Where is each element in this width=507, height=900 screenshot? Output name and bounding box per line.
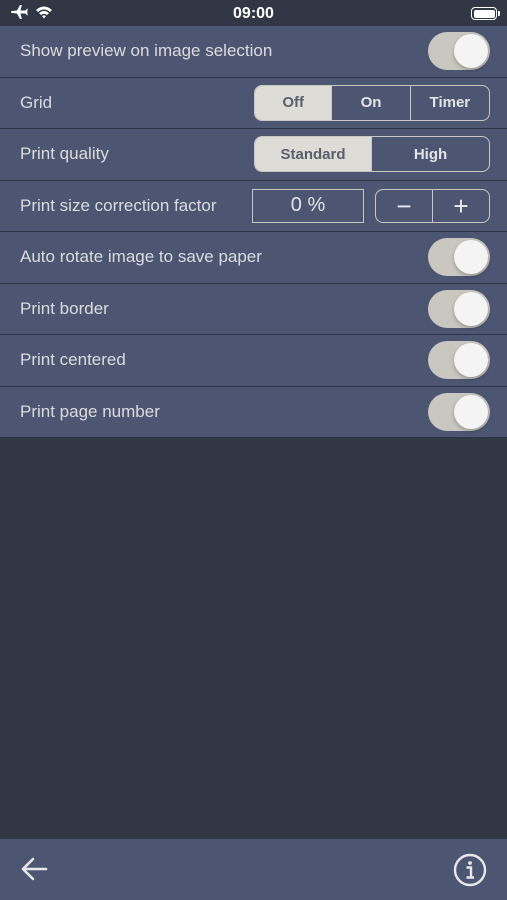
bottom-toolbar [0, 839, 507, 900]
increment-button[interactable]: + [433, 190, 489, 222]
grid-option-timer[interactable]: Timer [411, 86, 489, 120]
show-preview-toggle[interactable] [428, 32, 490, 71]
grid-label: Grid [20, 92, 53, 112]
setting-row-print-quality: Print quality Standard High [0, 129, 507, 181]
back-arrow-icon [20, 857, 48, 886]
setting-row-size-correction: Print size correction factor 0 % − + [0, 181, 507, 232]
grid-option-off[interactable]: Off [255, 85, 333, 120]
print-border-label: Print border [20, 298, 109, 318]
size-correction-stepper: − + [375, 188, 490, 223]
setting-row-print-centered: Print centered [0, 335, 507, 387]
auto-rotate-label: Auto rotate image to save paper [20, 247, 262, 267]
info-icon [453, 853, 487, 891]
setting-row-grid: Grid Off On Timer [0, 78, 507, 129]
print-border-toggle[interactable] [428, 289, 490, 328]
settings-list: Show preview on image selection Grid Off… [0, 26, 507, 438]
grid-option-on[interactable]: On [332, 85, 411, 120]
print-page-number-label: Print page number [20, 401, 160, 421]
auto-rotate-toggle[interactable] [428, 238, 490, 277]
status-bar: 09:00 [0, 0, 507, 26]
battery-icon [471, 7, 500, 20]
grid-segmented-control: Off On Timer [254, 84, 490, 121]
size-correction-label: Print size correction factor [20, 195, 217, 215]
setting-row-print-border: Print border [0, 284, 507, 335]
print-quality-label: Print quality [20, 144, 109, 164]
print-quality-segmented-control: Standard High [254, 136, 490, 173]
decrement-button[interactable]: − [376, 189, 433, 222]
size-correction-value: 0 % [252, 188, 364, 223]
setting-row-print-page-number: Print page number [0, 387, 507, 438]
show-preview-label: Show preview on image selection [20, 41, 273, 61]
info-button[interactable] [453, 853, 487, 892]
back-button[interactable] [20, 856, 48, 887]
toggle-knob [454, 291, 488, 326]
toggle-knob [454, 394, 488, 429]
quality-option-high[interactable]: High [372, 137, 489, 171]
setting-row-auto-rotate: Auto rotate image to save paper [0, 232, 507, 284]
print-centered-toggle[interactable] [428, 341, 490, 380]
print-page-number-toggle[interactable] [428, 392, 490, 431]
toggle-knob [454, 34, 488, 69]
toggle-knob [454, 240, 488, 275]
toggle-knob [454, 343, 488, 378]
status-time: 09:00 [233, 5, 274, 22]
setting-row-show-preview: Show preview on image selection [0, 26, 507, 78]
print-centered-label: Print centered [20, 350, 126, 370]
quality-option-standard[interactable]: Standard [255, 137, 372, 172]
